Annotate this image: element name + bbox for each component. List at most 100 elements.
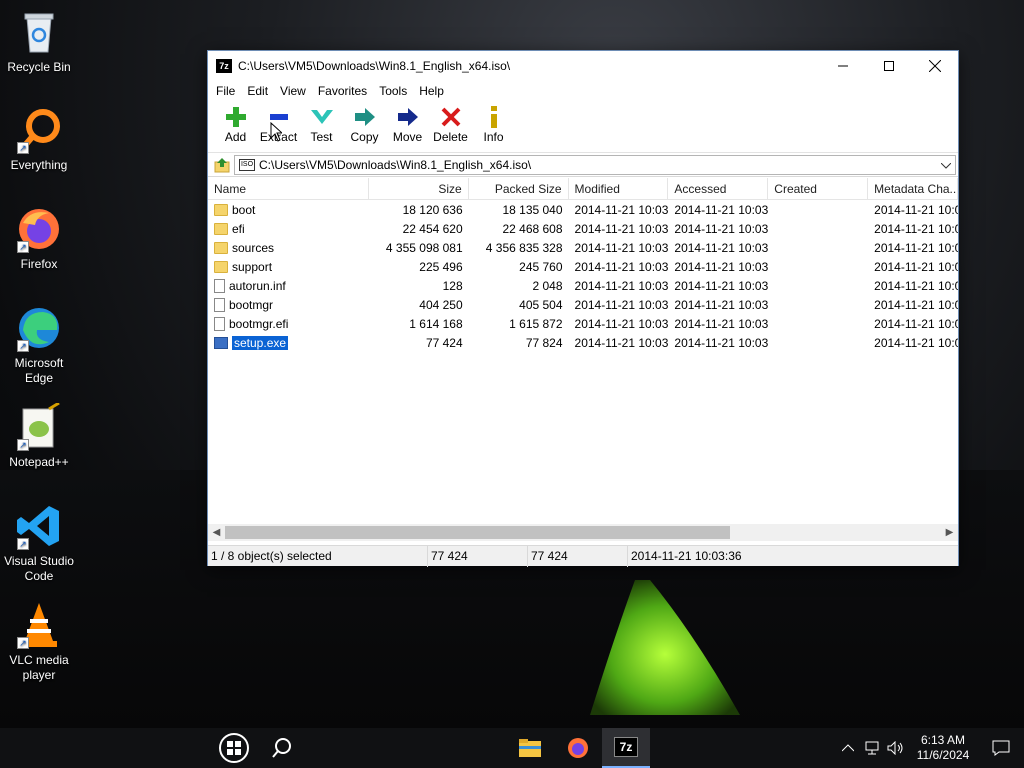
- cell-accessed: 2014-11-21 10:03: [674, 278, 769, 293]
- table-row[interactable]: autorun.inf 128 2 048 2014-11-21 10:03 2014-…: [208, 276, 958, 295]
- folder-icon: [214, 260, 228, 273]
- shortcut-arrow-icon: ↗: [17, 637, 29, 649]
- seven-zip-taskbar-icon: 7z: [614, 737, 638, 757]
- cell-name: support: [208, 260, 369, 274]
- menu-edit[interactable]: Edit: [241, 84, 274, 98]
- cell-modified: 2014-11-21 10:03: [574, 221, 669, 236]
- desktop-icon-label: Recycle Bin: [7, 60, 71, 74]
- address-path-field[interactable]: ISO C:\Users\VM5\Downloads\Win8.1_Englis…: [234, 154, 956, 175]
- column-header-metadata-changed[interactable]: Metadata Cha...: [868, 178, 958, 200]
- column-header-size[interactable]: Size: [369, 178, 469, 200]
- volume-button[interactable]: [884, 728, 908, 768]
- column-header-created[interactable]: Created: [768, 178, 869, 200]
- desktop-icon-recycle-bin[interactable]: Recycle Bin: [0, 8, 78, 75]
- cell-size: 4 355 098 081: [385, 240, 463, 255]
- desktop-icon-label: Microsoft Edge: [14, 356, 64, 385]
- up-folder-icon: [214, 157, 230, 172]
- network-button[interactable]: [860, 728, 884, 768]
- status-size: 77 424: [428, 545, 528, 567]
- cell-packed-size: 77 824: [525, 335, 563, 350]
- column-header-modified[interactable]: Modified: [569, 178, 669, 200]
- file-name: efi: [232, 221, 245, 236]
- notification-icon: [992, 740, 1010, 756]
- menu-bar: File Edit View Favorites Tools Help: [208, 81, 958, 101]
- cell-packed-size: 405 504: [519, 297, 563, 312]
- copy-button[interactable]: Copy: [343, 101, 386, 144]
- cell-modified: 2014-11-21 10:03: [574, 335, 669, 350]
- menu-tools[interactable]: Tools: [373, 84, 413, 98]
- mouse-cursor-icon: [270, 122, 282, 142]
- recycle-bin-icon: [24, 13, 54, 53]
- minimize-button[interactable]: [820, 51, 866, 81]
- scroll-left-icon[interactable]: ◀: [208, 527, 225, 538]
- shortcut-arrow-icon: ↗: [17, 439, 29, 451]
- table-row[interactable]: sources 4 355 098 081 4 356 835 328 2014-11…: [208, 238, 958, 257]
- column-header-name[interactable]: Name: [208, 178, 369, 200]
- move-label: Move: [392, 130, 423, 144]
- cell-name: bootmgr: [208, 297, 369, 312]
- close-button[interactable]: [912, 51, 958, 81]
- table-row[interactable]: bootmgr.efi 1 614 168 1 615 872 2014-11-21 …: [208, 314, 958, 333]
- taskbar-file-explorer[interactable]: [506, 728, 554, 768]
- desktop-icon-notepad-plus-plus[interactable]: ↗ Notepad++: [0, 401, 78, 470]
- add-button[interactable]: Add: [214, 101, 257, 144]
- menu-file[interactable]: File: [210, 84, 241, 98]
- test-button[interactable]: Test: [300, 101, 343, 144]
- search-button[interactable]: [258, 728, 306, 768]
- desktop-icon-label: Notepad++: [9, 455, 69, 469]
- desktop-icon-firefox[interactable]: ↗ Firefox: [0, 205, 78, 272]
- start-button[interactable]: [210, 728, 258, 768]
- file-name: bootmgr.efi: [229, 316, 289, 331]
- column-header-accessed[interactable]: Accessed: [668, 178, 769, 200]
- table-row[interactable]: bootmgr 404 250 405 504 2014-11-21 10:03 201…: [208, 295, 958, 314]
- table-row[interactable]: efi 22 454 620 22 468 608 2014-11-21 10:03 2…: [208, 219, 958, 238]
- title-bar[interactable]: 7z C:\Users\VM5\Downloads\Win8.1_English…: [208, 51, 958, 81]
- table-row[interactable]: setup.exe 77 424 77 824 2014-11-21 10:03 201…: [208, 333, 958, 352]
- address-dropdown-button[interactable]: [937, 158, 955, 172]
- cell-accessed: 2014-11-21 10:03: [674, 335, 769, 350]
- desktop-icon-edge[interactable]: ↗ Microsoft Edge: [0, 304, 78, 386]
- maximize-button[interactable]: [866, 51, 912, 81]
- file-explorer-icon: [519, 739, 541, 757]
- desktop-icon-vlc[interactable]: ↗ VLC media player: [0, 601, 78, 683]
- table-row[interactable]: boot 18 120 636 18 135 040 2014-11-21 10:03…: [208, 200, 958, 219]
- desktop-icon-vscode[interactable]: ↗ Visual Studio Code: [0, 502, 78, 584]
- table-row[interactable]: support 225 496 245 760 2014-11-21 10:03 201…: [208, 257, 958, 276]
- taskbar-firefox[interactable]: [554, 728, 602, 768]
- cell-packed-size: 22 468 608: [502, 221, 563, 236]
- up-folder-button[interactable]: [210, 155, 234, 175]
- horizontal-scrollbar[interactable]: ◀ ▶: [208, 524, 958, 541]
- delete-label: Delete: [433, 130, 468, 144]
- taskbar-clock[interactable]: 6:13 AM 11/6/2024: [908, 733, 978, 763]
- cell-accessed: 2014-11-21 10:03: [674, 297, 769, 312]
- cell-size: 77 424: [425, 335, 463, 350]
- tent-wallpaper-graphic: [590, 580, 740, 715]
- cell-size: 18 120 636: [402, 202, 463, 217]
- cell-accessed: 2014-11-21 10:03: [674, 316, 769, 331]
- shortcut-arrow-icon: ↗: [17, 538, 29, 550]
- cell-modified: 2014-11-21 10:03: [574, 240, 669, 255]
- desktop-icon-label: Everything: [10, 158, 68, 172]
- cell-packed-size: 1 615 872: [509, 316, 563, 331]
- column-header-packed-size[interactable]: Packed Size: [469, 178, 569, 200]
- desktop-icon-everything[interactable]: ↗ Everything: [0, 106, 78, 173]
- notifications-button[interactable]: [978, 728, 1024, 768]
- info-button[interactable]: Info: [472, 101, 515, 144]
- seven-zip-app-icon: 7z: [216, 59, 232, 73]
- menu-help[interactable]: Help: [413, 84, 450, 98]
- menu-view[interactable]: View: [274, 84, 312, 98]
- move-button[interactable]: Move: [386, 101, 429, 144]
- cell-accessed: 2014-11-21 10:03: [674, 202, 769, 217]
- scroll-right-icon[interactable]: ▶: [941, 527, 958, 538]
- taskbar-seven-zip[interactable]: 7z: [602, 728, 650, 768]
- file-icon: [214, 316, 225, 331]
- menu-favorites[interactable]: Favorites: [312, 84, 373, 98]
- scrollbar-thumb[interactable]: [225, 526, 730, 539]
- cell-name: setup.exe: [208, 335, 369, 350]
- file-icon: [214, 278, 225, 293]
- delete-button[interactable]: Delete: [429, 101, 472, 144]
- test-label: Test: [310, 130, 333, 144]
- cell-name: efi: [208, 222, 369, 236]
- cell-packed-size: 245 760: [519, 259, 563, 274]
- show-hidden-icons-button[interactable]: [836, 728, 860, 768]
